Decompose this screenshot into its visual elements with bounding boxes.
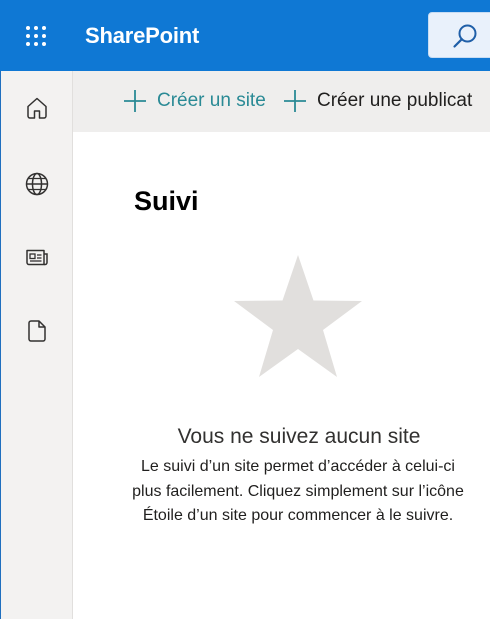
rail-item-home[interactable]: [18, 89, 56, 127]
rail-item-files[interactable]: [18, 312, 56, 350]
home-icon: [27, 97, 47, 119]
news-icon: [26, 249, 48, 266]
search-button[interactable]: [428, 12, 490, 58]
plus-icon: [124, 90, 146, 112]
empty-state-heading: Vous ne suivez aucun site: [177, 425, 421, 448]
star-icon: [234, 255, 362, 377]
document-icon: [28, 320, 46, 342]
globe-icon: [25, 172, 49, 196]
plus-icon: [284, 90, 306, 112]
app-launcher-icon: [26, 25, 46, 46]
rail-item-news[interactable]: [18, 238, 56, 276]
suite-bar: SharePoint: [0, 0, 490, 71]
command-bar: Créer un site Créer une publicat: [73, 71, 490, 132]
empty-state-description: Le suivi d’un site permet d’accéder à ce…: [132, 458, 464, 524]
rail-item-sites[interactable]: [18, 165, 56, 203]
app-launcher-button[interactable]: [0, 0, 72, 71]
app-name[interactable]: SharePoint: [85, 22, 199, 50]
create-site-label: Créer un site: [157, 90, 266, 111]
create-site-button[interactable]: Créer un site: [122, 88, 266, 114]
create-post-label: Créer une publicat: [317, 90, 473, 111]
left-rail: [0, 71, 73, 619]
page-title: Suivi: [134, 186, 199, 216]
search-icon: [453, 24, 477, 48]
create-post-button[interactable]: Créer une publicat: [282, 88, 472, 114]
